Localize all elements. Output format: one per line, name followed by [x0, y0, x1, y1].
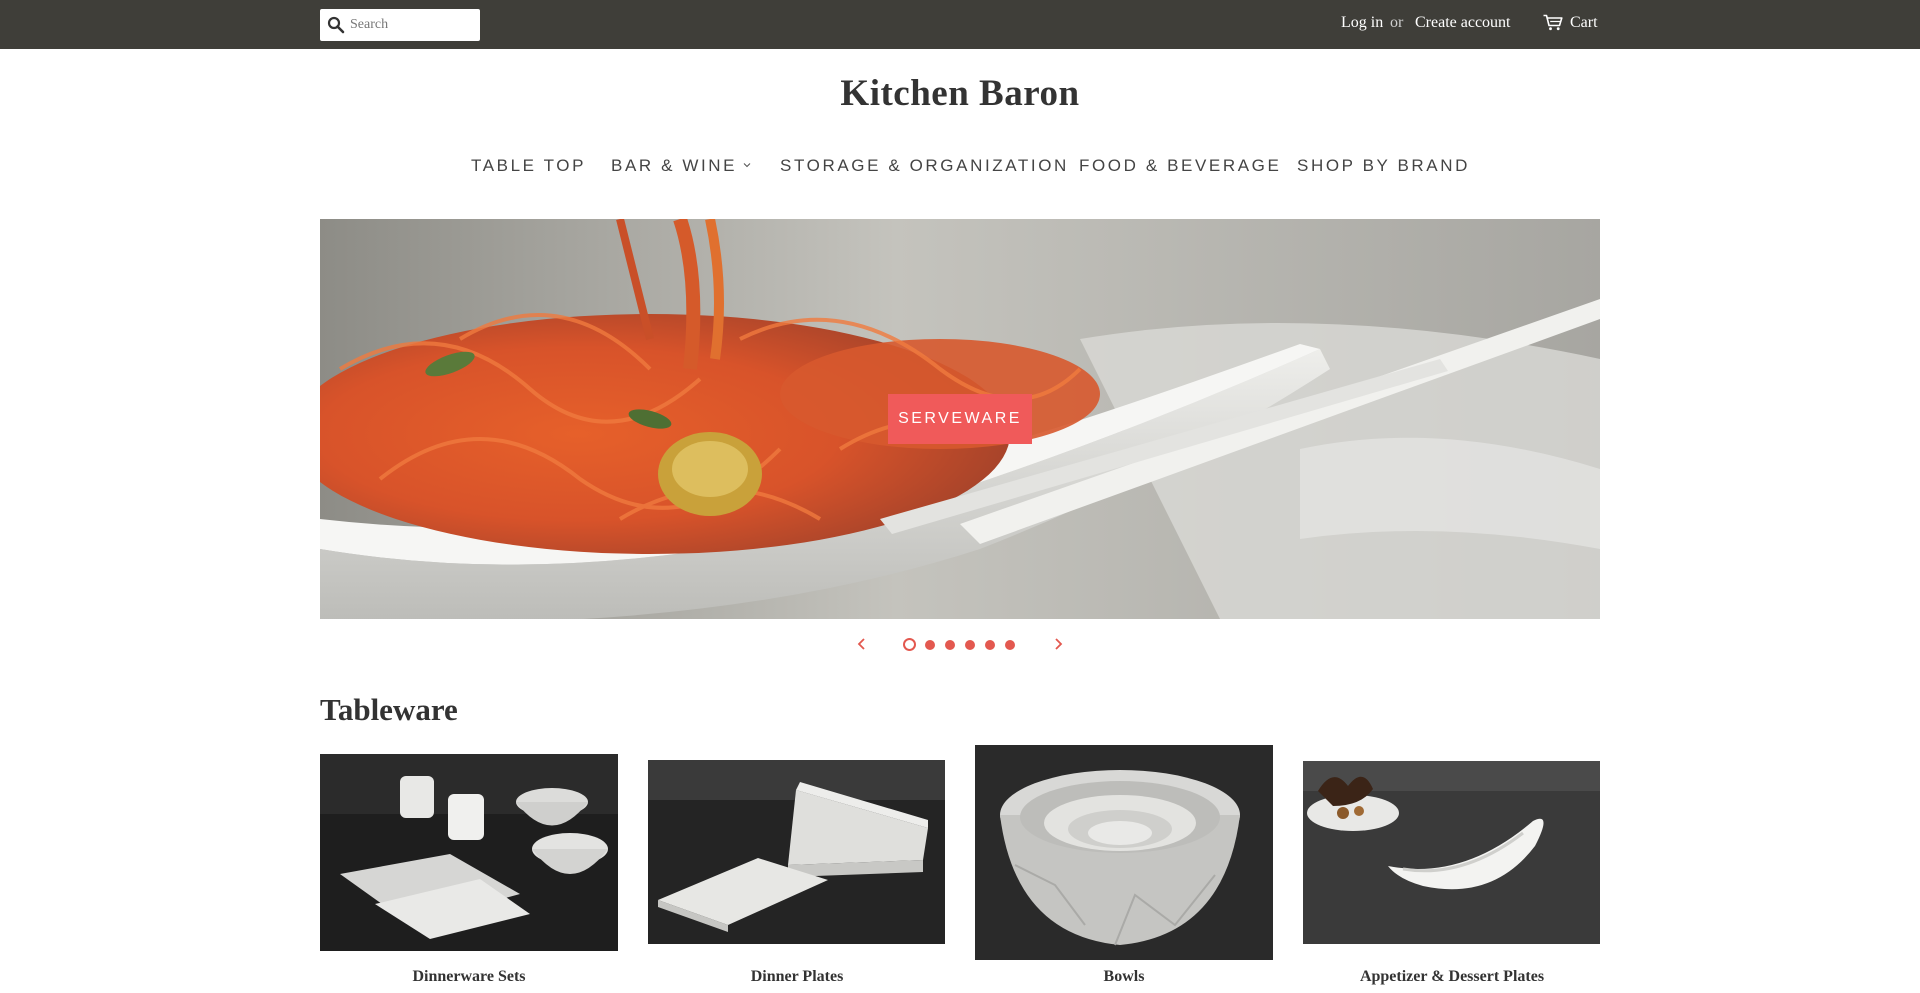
dinner-plates-link[interactable]: Dinner Plates [648, 968, 946, 986]
nav-item-shop-by-brand[interactable]: SHOP BY BRAND [1297, 156, 1470, 180]
cart-icon[interactable] [1543, 14, 1563, 31]
appetizer-dessert-plates-link[interactable]: Appetizer & Dessert Plates [1303, 968, 1601, 986]
nav-item-table-top[interactable]: TABLE TOP [471, 156, 586, 180]
chevron-down-icon [743, 163, 751, 168]
slide-dot[interactable] [965, 640, 975, 650]
login-link[interactable]: Log in [1341, 14, 1383, 32]
search-icon[interactable] [327, 16, 345, 34]
create-account-link[interactable]: Create account [1415, 14, 1511, 32]
chevron-left-icon[interactable] [855, 637, 869, 651]
appetizer-dessert-plates-image[interactable] [1303, 761, 1600, 944]
slide-dot[interactable] [925, 640, 935, 650]
dinnerware-sets-link[interactable]: Dinnerware Sets [320, 968, 618, 986]
bowls-link[interactable]: Bowls [975, 968, 1273, 986]
bowls-image[interactable] [975, 745, 1273, 960]
dinner-plates-image[interactable] [648, 760, 945, 944]
slide-dot[interactable] [945, 640, 955, 650]
nav-item-label: BAR & WINE [611, 156, 738, 175]
section-title: Tableware [320, 692, 458, 727]
slide-dot[interactable] [903, 638, 916, 651]
cart-link[interactable]: Cart [1570, 14, 1598, 32]
dinnerware-sets-image[interactable] [320, 754, 618, 951]
serveware-button[interactable]: SERVEWARE [888, 394, 1032, 444]
nav-item-bar-wine[interactable]: BAR & WINE [611, 156, 751, 180]
nav-item-food-beverage[interactable]: FOOD & BEVERAGE [1079, 156, 1281, 180]
search-input[interactable] [350, 13, 474, 37]
top-bar: Log in or Create account Cart [0, 0, 1920, 49]
chevron-right-icon[interactable] [1051, 637, 1065, 651]
nav-item-storage-organization[interactable]: STORAGE & ORGANIZATION [780, 156, 1069, 180]
slide-dot[interactable] [985, 640, 995, 650]
slide-dot[interactable] [1005, 640, 1015, 650]
site-logo[interactable]: Kitchen Baron [0, 72, 1920, 115]
or-text: or [1390, 14, 1404, 31]
search-box[interactable] [320, 9, 480, 41]
